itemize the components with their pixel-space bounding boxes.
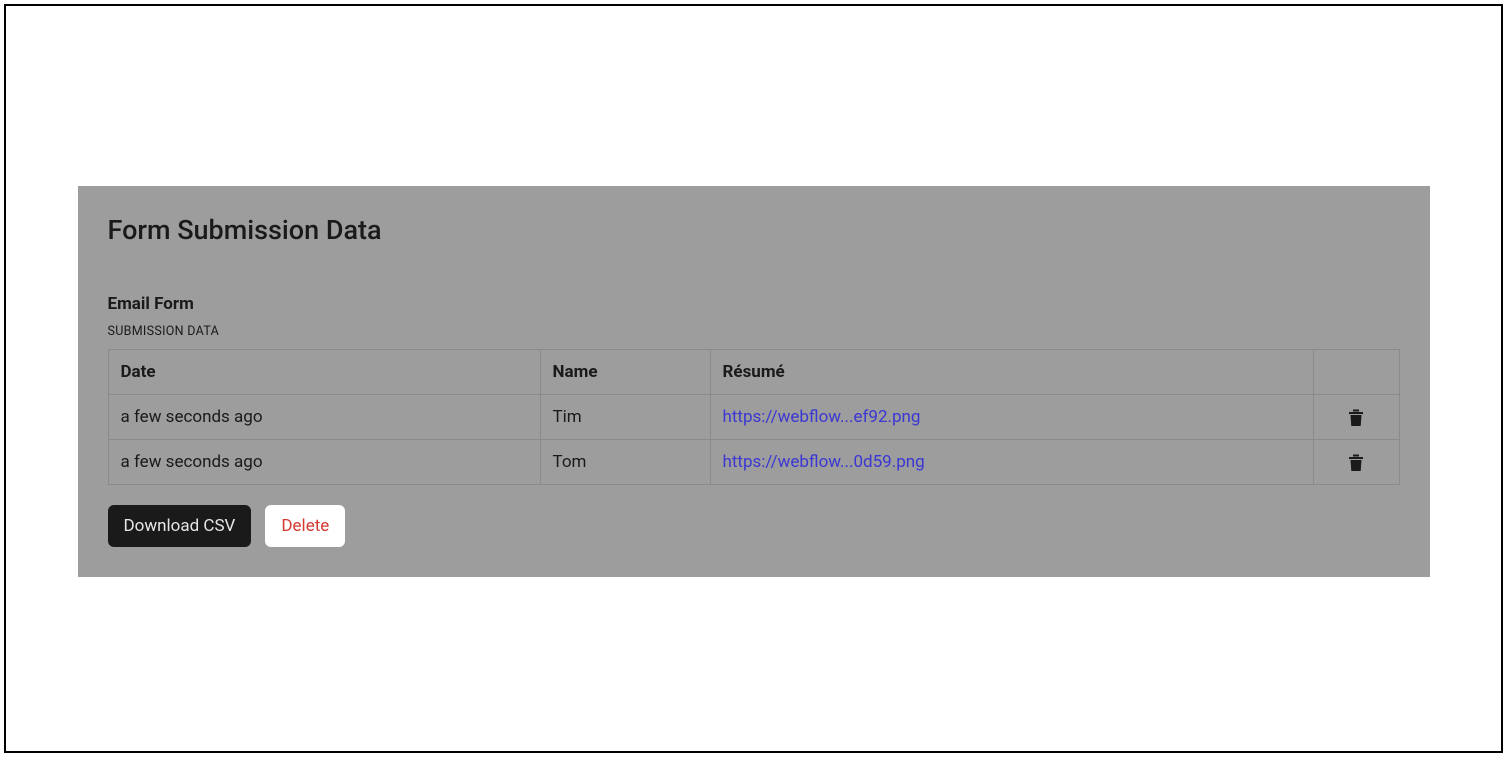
panel-title: Form Submission Data	[108, 214, 1400, 246]
header-action	[1313, 350, 1399, 395]
header-name: Name	[540, 350, 710, 395]
submission-data-label: SUBMISSION DATA	[108, 324, 1400, 339]
cell-date: a few seconds ago	[108, 440, 540, 485]
cell-action	[1313, 395, 1399, 440]
delete-button[interactable]: Delete	[265, 505, 345, 547]
form-submission-panel: Form Submission Data Email Form SUBMISSI…	[78, 186, 1430, 577]
download-csv-button[interactable]: Download CSV	[108, 505, 252, 547]
resume-link[interactable]: https://webflow...ef92.png	[723, 407, 921, 427]
trash-icon[interactable]	[1348, 454, 1364, 472]
cell-name: Tim	[540, 395, 710, 440]
cell-name: Tom	[540, 440, 710, 485]
outer-frame: Form Submission Data Email Form SUBMISSI…	[4, 4, 1503, 753]
submission-table: Date Name Résumé a few seconds ago Tim h…	[108, 349, 1400, 485]
table-header-row: Date Name Résumé	[108, 350, 1399, 395]
trash-icon[interactable]	[1348, 409, 1364, 427]
resume-link[interactable]: https://webflow...0d59.png	[723, 452, 925, 472]
header-resume: Résumé	[710, 350, 1313, 395]
cell-action	[1313, 440, 1399, 485]
table-row: a few seconds ago Tim https://webflow...…	[108, 395, 1399, 440]
cell-resume: https://webflow...ef92.png	[710, 395, 1313, 440]
cell-resume: https://webflow...0d59.png	[710, 440, 1313, 485]
header-date: Date	[108, 350, 540, 395]
button-row: Download CSV Delete	[108, 505, 1400, 547]
table-row: a few seconds ago Tom https://webflow...…	[108, 440, 1399, 485]
form-name-label: Email Form	[108, 294, 1400, 314]
cell-date: a few seconds ago	[108, 395, 540, 440]
